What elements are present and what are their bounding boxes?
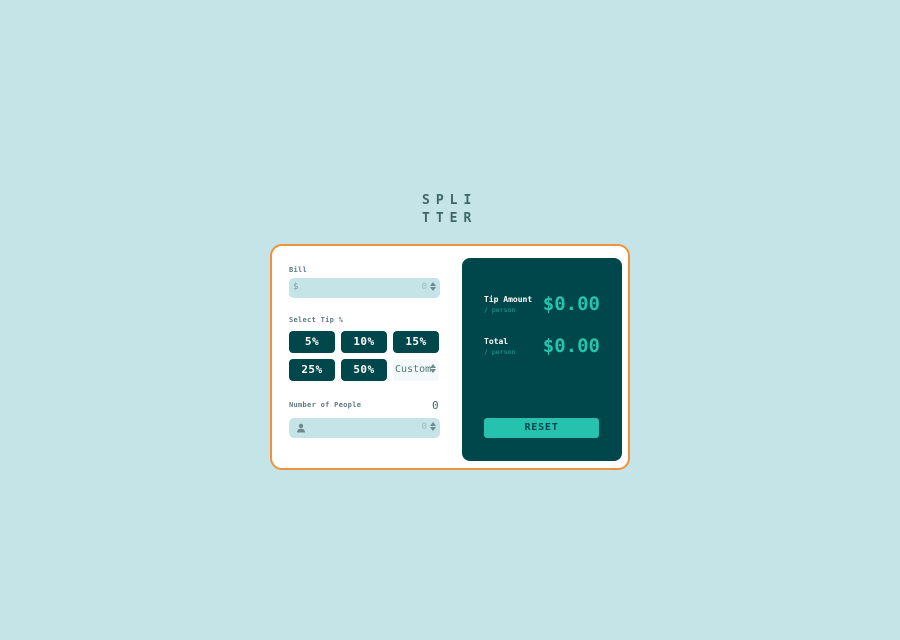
chevron-down-icon[interactable] bbox=[430, 287, 436, 291]
custom-tip-placeholder: Custom bbox=[395, 364, 432, 375]
results-panel: Tip Amount / person $0.00 Total / person… bbox=[462, 258, 622, 461]
app-logo: SPLI TTER bbox=[422, 192, 482, 228]
bill-input[interactable]: $ 0 bbox=[289, 278, 440, 298]
people-spinner[interactable] bbox=[430, 421, 436, 435]
dollar-icon: $ bbox=[293, 282, 299, 292]
people-label: Number of People bbox=[289, 401, 362, 409]
tip-amount-label: Tip Amount bbox=[484, 295, 533, 304]
tip-button-5[interactable]: 5% bbox=[289, 331, 335, 353]
custom-tip-input[interactable]: Custom bbox=[393, 359, 439, 381]
people-value: 0 bbox=[421, 422, 427, 432]
total-label: Total bbox=[484, 337, 509, 346]
total-sublabel: / person bbox=[484, 348, 516, 356]
tip-amount-value: $0.00 bbox=[542, 293, 600, 315]
chevron-up-icon[interactable] bbox=[430, 422, 436, 426]
people-input[interactable]: 0 bbox=[289, 418, 440, 438]
tip-button-10[interactable]: 10% bbox=[341, 331, 387, 353]
tip-button-15[interactable]: 15% bbox=[393, 331, 439, 353]
chevron-up-icon[interactable] bbox=[430, 364, 436, 368]
bill-label: Bill bbox=[289, 266, 308, 274]
tip-button-25[interactable]: 25% bbox=[289, 359, 335, 381]
chevron-down-icon[interactable] bbox=[430, 369, 436, 373]
bill-spinner[interactable] bbox=[430, 281, 436, 295]
tip-amount-sublabel: / person bbox=[484, 306, 516, 314]
calculator-card: Bill $ 0 Select Tip % 5% 10% 15% 25% 50%… bbox=[270, 244, 630, 470]
chevron-down-icon[interactable] bbox=[430, 427, 436, 431]
total-value: $0.00 bbox=[542, 335, 600, 357]
people-count: 0 bbox=[432, 399, 439, 412]
custom-tip-spinner[interactable] bbox=[430, 363, 436, 377]
bill-value: 0 bbox=[421, 282, 427, 292]
logo-line-1: SPLI bbox=[422, 193, 478, 208]
chevron-up-icon[interactable] bbox=[430, 282, 436, 286]
logo-line-2: TTER bbox=[422, 211, 478, 226]
person-icon bbox=[297, 423, 305, 433]
select-tip-label: Select Tip % bbox=[289, 316, 344, 324]
tip-button-50[interactable]: 50% bbox=[341, 359, 387, 381]
reset-button[interactable]: RESET bbox=[484, 418, 599, 438]
